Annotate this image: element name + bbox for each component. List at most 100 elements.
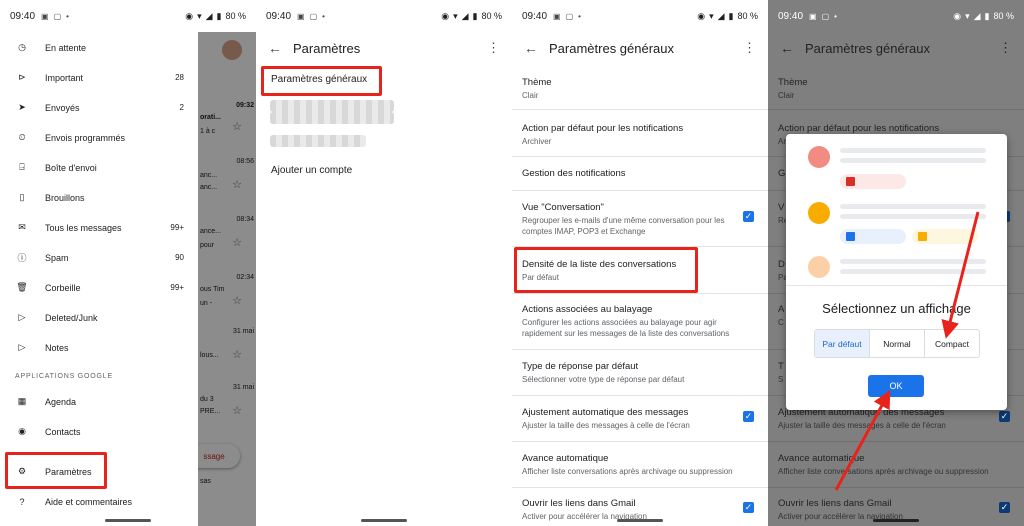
drawer-item-deleted-junk[interactable]: ▷ Deleted/Junk	[0, 303, 198, 332]
drawer-item-trash[interactable]: 🗑 Corbeille 99+	[0, 273, 198, 302]
blurred-account[interactable]	[270, 100, 394, 112]
dot-icon: •	[322, 11, 325, 21]
dot-icon: •	[578, 11, 581, 21]
send-icon: ➤	[18, 102, 26, 112]
drawer-item-spam[interactable]: ⓘ Spam 90	[0, 243, 198, 272]
drawer-item-contacts[interactable]: ◉ Contacts	[0, 417, 198, 446]
more-vert-icon[interactable]: ⋮	[487, 40, 500, 56]
trash-icon: 🗑	[16, 282, 28, 292]
battery-text: 80 %	[481, 11, 502, 21]
calendar-icon: ▢	[53, 11, 62, 21]
page-title: Paramètres généraux	[549, 40, 675, 56]
back-arrow-icon[interactable]: ←	[524, 40, 538, 56]
checkbox-checked[interactable]: ✓	[743, 411, 754, 422]
drawer-item-label: En attente	[45, 42, 87, 53]
arrow-to-compact	[941, 211, 980, 339]
setting-desc: Archiver	[522, 137, 552, 146]
blurred-account	[270, 112, 394, 124]
add-account-item[interactable]: Ajouter un compte	[271, 165, 352, 176]
media-icon: ▣	[297, 11, 305, 21]
eye-icon: ◉	[697, 10, 706, 21]
battery-icon: ▮	[728, 10, 734, 21]
blurred-account[interactable]	[270, 135, 366, 147]
label-icon: ▷	[18, 312, 26, 322]
inbox-behind-drawer: 09:32 orati... 1 à c ☆ 08:56 anc... anc.…	[188, 32, 256, 526]
drawer-item-important[interactable]: ⊳ Important 28	[0, 63, 198, 92]
wifi-icon: ▾	[197, 10, 202, 21]
setting-title: Type de réponse par défaut	[522, 361, 639, 372]
drawer-item-outbox[interactable]: ⍈ Boîte d'envoi	[0, 153, 198, 182]
calendar-icon: ▢	[309, 11, 318, 21]
status-time: 09:40	[10, 10, 36, 22]
drawer-item-label: Aide et commentaires	[45, 496, 133, 507]
battery-icon: ▮	[472, 10, 478, 21]
section-heading: APPLICATIONS GOOGLE	[15, 373, 113, 380]
screen-settings: 09:40 ▣ ▢ • ◉ ▾ ◢ ▮ 80 % ← Paramètres ⋮ Para…	[256, 0, 512, 526]
setting-desc: Sélectionner votre type de réponse par d…	[522, 375, 685, 384]
setting-title: Ajustement automatique des messages	[522, 407, 689, 418]
screen-drawer: 09:40 ▣ ▢ • ◉ ▾ ◢ ▮ 80 % 09:32 orati... 1 à …	[0, 0, 256, 526]
drawer-item-label: Brouillons	[45, 192, 85, 203]
calendar-icon: ▢	[565, 11, 574, 21]
annotation-arrows	[834, 211, 980, 491]
setting-title: Actions associées au balayage	[522, 304, 653, 315]
checkbox-checked[interactable]: ✓	[743, 211, 754, 222]
drawer-item-agenda[interactable]: ▦ Agenda	[0, 387, 198, 416]
draft-icon: ▯	[19, 192, 25, 202]
setting-conversation-view[interactable]: Vue "Conversation" Regrouper les e-mails …	[512, 191, 768, 247]
drawer-item-label: Corbeille	[45, 282, 81, 293]
drawer-item-help[interactable]: ? Aide et commentaires	[0, 487, 198, 516]
more-vert-icon[interactable]: ⋮	[743, 40, 756, 56]
app-bar: ← Paramètres ⋮	[256, 32, 512, 64]
back-arrow-icon[interactable]: ←	[268, 40, 282, 56]
setting-desc: Afficher liste conversations après archi…	[522, 467, 733, 476]
eye-icon: ◉	[441, 10, 450, 21]
clock-icon: ◷	[18, 42, 26, 52]
drawer-item-label: Contacts	[45, 426, 81, 437]
drawer-item-label: Tous les messages	[45, 222, 122, 233]
calendar-icon: ▦	[17, 396, 27, 406]
media-icon: ▣	[553, 11, 561, 21]
arrow-to-ok	[834, 390, 891, 491]
outbox-icon: ⍈	[19, 162, 25, 172]
drawer-item-snoozed[interactable]: ◷ En attente	[0, 33, 198, 62]
home-indicator	[105, 519, 151, 522]
drawer-item-scheduled[interactable]: ⏲ Envois programmés	[0, 123, 198, 152]
drawer-item-label: Notes	[45, 342, 69, 353]
setting-title: Ouvrir les liens dans Gmail	[522, 498, 636, 509]
setting-title: Thème	[522, 77, 552, 88]
setting-swipe-actions[interactable]: Actions associées au balayage Configurer …	[512, 294, 768, 350]
drawer-item-all-mail[interactable]: ✉ Tous les messages 99+	[0, 213, 198, 242]
status-time: 09:40	[266, 10, 292, 22]
scheduled-send-icon: ⏲	[18, 132, 26, 142]
drawer-item-notes[interactable]: ▷ Notes	[0, 333, 198, 362]
checkbox-checked[interactable]: ✓	[743, 502, 754, 513]
setting-title: Avance automatique	[522, 453, 609, 464]
setting-auto-advance[interactable]: Avance automatique Afficher liste convers…	[512, 442, 768, 488]
drawer-item-label: Spam	[45, 252, 69, 263]
drawer-item-label: Deleted/Junk	[45, 312, 98, 323]
highlight-box	[514, 247, 698, 293]
drawer-item-label: Important	[45, 72, 84, 83]
setting-title: Vue "Conversation"	[522, 202, 604, 213]
drawer-item-count: 99+	[170, 283, 184, 292]
spam-icon: ⓘ	[17, 253, 27, 263]
important-icon: ⊳	[18, 72, 26, 82]
drawer-item-label: Boîte d'envoi	[45, 162, 97, 173]
help-icon: ?	[19, 496, 25, 507]
setting-default-reply[interactable]: Type de réponse par défaut Sélectionner v…	[512, 350, 768, 396]
drawer-item-drafts[interactable]: ▯ Brouillons	[0, 183, 198, 212]
signal-icon: ◢	[717, 10, 725, 21]
setting-desc: Regrouper les e-mails d'une même convers…	[522, 216, 725, 236]
scrim[interactable]	[198, 32, 256, 526]
setting-title: Action par défaut pour les notifications	[522, 123, 684, 134]
drawer-item-count: 28	[175, 73, 184, 82]
setting-notification-action[interactable]: Action par défaut pour les notifications…	[512, 110, 768, 157]
setting-desc: Clair	[522, 91, 539, 100]
setting-auto-fit[interactable]: Ajustement automatique des messages Ajust…	[512, 396, 768, 442]
wifi-icon: ▾	[709, 10, 714, 21]
setting-theme[interactable]: Thème Clair	[512, 68, 768, 110]
drawer-item-count: 90	[175, 253, 184, 262]
drawer-item-sent[interactable]: ➤ Envoyés 2	[0, 93, 198, 122]
setting-notification-management[interactable]: Gestion des notifications	[512, 157, 768, 191]
